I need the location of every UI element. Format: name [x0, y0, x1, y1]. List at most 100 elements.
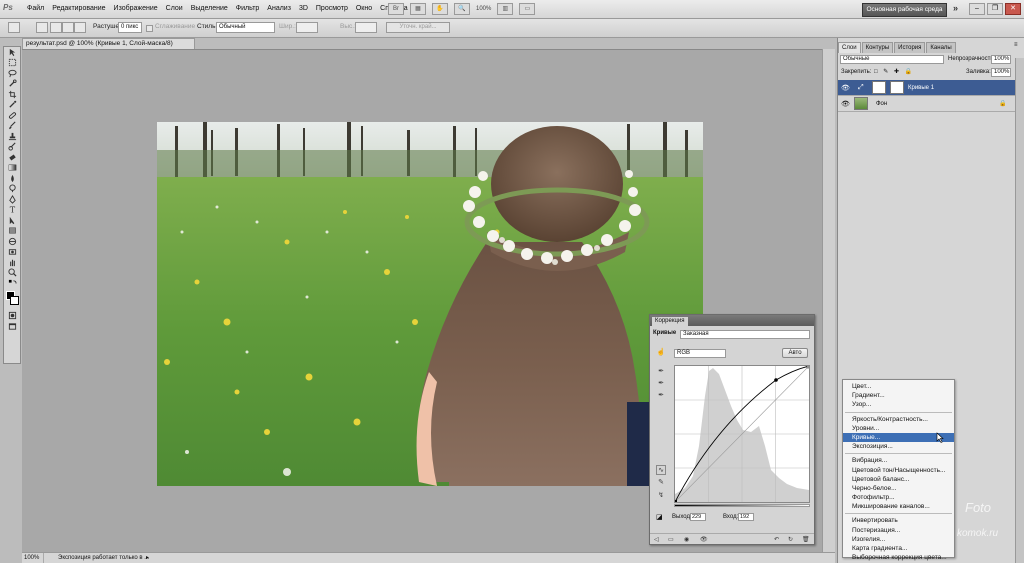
preset-select[interactable]: Заказная [680, 330, 810, 339]
gray-point-eyedropper-icon[interactable]: ✒ [656, 379, 666, 389]
previous-state-icon[interactable]: ↶ [774, 536, 779, 543]
menu-item-invert[interactable]: Инвертировать [843, 516, 954, 525]
menu-3d[interactable]: 3D [299, 5, 308, 12]
zoom-level[interactable]: 100% [476, 6, 491, 12]
style-select[interactable]: Обычный [216, 22, 275, 33]
curve-points-icon[interactable]: ∿ [656, 465, 666, 475]
healing-brush-tool[interactable] [4, 110, 20, 121]
zoom-view-button[interactable]: 🔍 [454, 3, 470, 15]
pen-tool[interactable] [4, 194, 20, 205]
menu-item-gradient[interactable]: Градиент... [843, 391, 954, 400]
menu-item-color-balance[interactable]: Цветовой баланс... [843, 475, 954, 484]
reset-icon[interactable]: ↻ [788, 536, 793, 543]
menu-item-exposure[interactable]: Экспозиция... [843, 442, 954, 451]
marquee-tool[interactable] [4, 58, 20, 69]
menu-item-brightness-contrast[interactable]: Яркость/Контрастность... [843, 415, 954, 424]
menu-image[interactable]: Изображение [114, 5, 158, 12]
eyedropper-tool[interactable] [4, 100, 20, 111]
swap-colors-icon[interactable] [4, 278, 20, 289]
menu-item-threshold[interactable]: Изогелия... [843, 535, 954, 544]
tab-layers[interactable]: Слои [838, 42, 861, 53]
menu-filter[interactable]: Фильтр [236, 5, 260, 12]
status-arrow-icon[interactable]: ▸ [146, 553, 149, 563]
tab-history[interactable]: История [894, 42, 926, 53]
mask-thumbnail[interactable] [890, 81, 904, 94]
menu-item-posterize[interactable]: Постеризация... [843, 526, 954, 535]
lasso-tool[interactable] [4, 68, 20, 79]
visibility-eye-icon[interactable]: 👁 [841, 84, 850, 92]
panel-scrollbar[interactable] [1015, 58, 1024, 563]
menu-item-pattern[interactable]: Узор... [843, 400, 954, 409]
zoom-tool[interactable] [4, 268, 20, 279]
menu-item-channel-mixer[interactable]: Микширование каналов... [843, 502, 954, 511]
menu-item-solid-color[interactable]: Цвет... [843, 382, 954, 391]
clip-layer-icon[interactable]: ◉ [684, 536, 689, 543]
menu-item-gradient-map[interactable]: Карта градиента... [843, 544, 954, 553]
intersect-selection-icon[interactable] [74, 22, 86, 33]
menu-item-hue-saturation[interactable]: Цветовой тон/Насыщенность... [843, 466, 954, 475]
blend-mode-select[interactable]: Обычные [840, 55, 944, 64]
menu-select[interactable]: Выделение [191, 5, 228, 12]
new-selection-icon[interactable] [36, 22, 48, 33]
width-input[interactable] [296, 22, 318, 33]
menu-item-selective-color[interactable]: Выборочная коррекция цвета... [843, 553, 954, 562]
dodge-tool[interactable] [4, 184, 20, 195]
visibility-toggle-icon[interactable]: 👁 [700, 536, 708, 543]
restore-button[interactable]: ❐ [987, 3, 1003, 15]
subtract-selection-icon[interactable] [62, 22, 74, 33]
eraser-tool[interactable] [4, 152, 20, 163]
hand-tool[interactable] [4, 257, 20, 268]
channel-select[interactable]: RGB [674, 349, 726, 358]
background-color[interactable] [10, 295, 19, 305]
screen-mode-icon[interactable] [4, 321, 20, 332]
menu-layers[interactable]: Слои [166, 5, 183, 12]
status-zoom[interactable]: 100% [24, 553, 44, 563]
hand-view-button[interactable]: ✋ [432, 3, 448, 15]
vertical-scrollbar[interactable] [822, 49, 835, 552]
menu-file[interactable]: Файл [27, 5, 44, 12]
menu-analysis[interactable]: Анализ [267, 5, 291, 12]
document-tab[interactable]: результат.psd @ 100% (Кривые 1, Слой-мас… [22, 38, 195, 49]
type-tool[interactable]: T [4, 205, 20, 216]
clone-stamp-tool[interactable] [4, 131, 20, 142]
blur-tool[interactable] [4, 173, 20, 184]
quick-mask-icon[interactable] [4, 311, 20, 322]
layer-row-background[interactable]: 👁 Фон 🔒 [838, 96, 1015, 112]
back-arrow-icon[interactable]: ◁ [654, 536, 659, 543]
output-input[interactable]: 229 [690, 513, 706, 521]
close-button[interactable]: ✕ [1005, 3, 1021, 15]
refine-edge-button[interactable]: Уточн. край... [386, 22, 450, 33]
crop-tool[interactable] [4, 89, 20, 100]
screen-mode-button[interactable]: ▭ [519, 3, 536, 15]
3d-camera-tool[interactable] [4, 247, 20, 258]
shape-tool[interactable] [4, 226, 20, 237]
tab-paths[interactable]: Контуры [861, 42, 894, 53]
layer-name[interactable]: Кривые 1 [908, 85, 934, 91]
auto-button[interactable]: Авто [782, 348, 808, 358]
workspace-more-icon[interactable]: » [953, 3, 958, 13]
brush-tool[interactable] [4, 121, 20, 132]
on-image-adjust-icon[interactable]: ☝ [656, 348, 666, 358]
smooth-curve-icon[interactable]: ↯ [656, 491, 666, 501]
black-point-eyedropper-icon[interactable]: ✒ [656, 367, 666, 377]
quick-selection-tool[interactable] [4, 79, 20, 90]
layer-row-curves[interactable]: 👁 ⤢ Кривые 1 [838, 80, 1015, 96]
height-input[interactable] [355, 22, 377, 33]
panel-menu-icon[interactable]: ≡ [1014, 42, 1018, 48]
menu-item-vibrance[interactable]: Вибрация... [843, 456, 954, 465]
opacity-input[interactable]: 100% [991, 55, 1011, 64]
arrange-documents-button[interactable]: ▥ [497, 3, 514, 15]
show-clipping-icon[interactable]: ◪ [656, 513, 663, 521]
menu-window[interactable]: Окно [356, 5, 372, 12]
gradient-tool[interactable] [4, 163, 20, 174]
visibility-eye-icon[interactable]: 👁 [841, 100, 850, 108]
document-image[interactable] [157, 122, 703, 486]
history-brush-tool[interactable] [4, 142, 20, 153]
add-selection-icon[interactable] [50, 22, 62, 33]
curves-graph[interactable] [674, 365, 810, 503]
menu-item-black-white[interactable]: Черно-белое... [843, 484, 954, 493]
adjustments-panel-titlebar[interactable]: Коррекция [650, 315, 814, 326]
workspace-button[interactable]: Основная рабочая среда [862, 3, 947, 17]
marquee-tool-preset[interactable] [8, 22, 20, 33]
move-tool[interactable] [4, 47, 20, 58]
